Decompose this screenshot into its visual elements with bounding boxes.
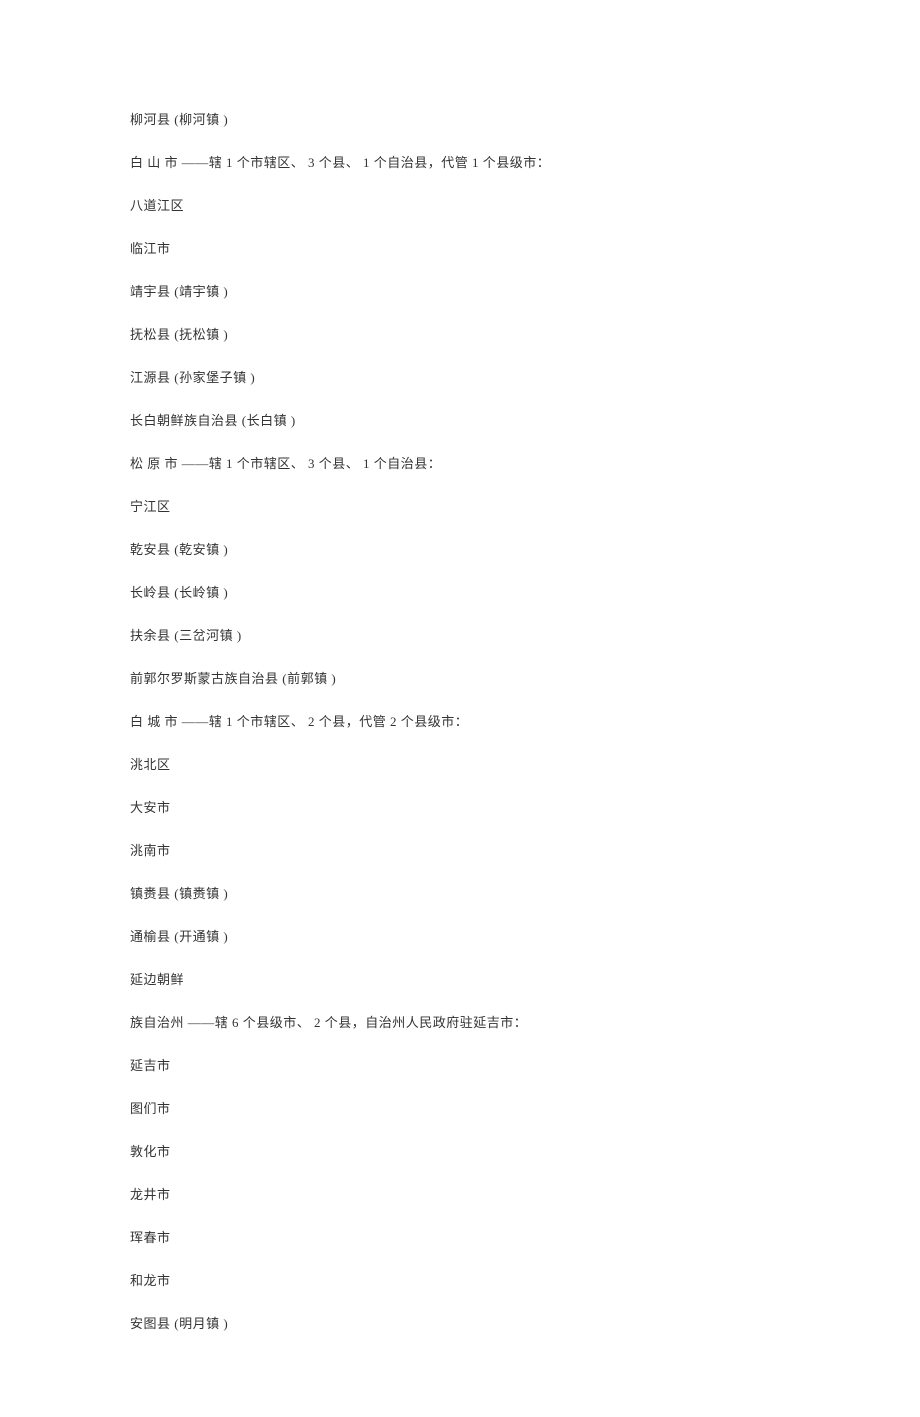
text-line: 靖宇县 (靖宇镇 ) bbox=[130, 282, 790, 302]
text-line: 扶余县 (三岔河镇 ) bbox=[130, 626, 790, 646]
text-line: 洮北区 bbox=[130, 755, 790, 775]
text-line: 长岭县 (长岭镇 ) bbox=[130, 583, 790, 603]
text-line: 抚松县 (抚松镇 ) bbox=[130, 325, 790, 345]
text-line: 松 原 市 ——辖 1 个市辖区、 3 个县、 1 个自治县： bbox=[130, 454, 790, 474]
text-line: 安图县 (明月镇 ) bbox=[130, 1314, 790, 1334]
text-line: 长白朝鲜族自治县 (长白镇 ) bbox=[130, 411, 790, 431]
text-line: 族自治州 ——辖 6 个县级市、 2 个县，自治州人民政府驻延吉市： bbox=[130, 1013, 790, 1033]
text-line: 柳河县 (柳河镇 ) bbox=[130, 110, 790, 130]
text-line: 镇赉县 (镇赉镇 ) bbox=[130, 884, 790, 904]
text-line: 江源县 (孙家堡子镇 ) bbox=[130, 368, 790, 388]
text-line: 白 城 市 ——辖 1 个市辖区、 2 个县，代管 2 个县级市： bbox=[130, 712, 790, 732]
text-line: 临江市 bbox=[130, 239, 790, 259]
text-line: 宁江区 bbox=[130, 497, 790, 517]
text-line: 延边朝鲜 bbox=[130, 970, 790, 990]
text-line: 通榆县 (开通镇 ) bbox=[130, 927, 790, 947]
text-line: 延吉市 bbox=[130, 1056, 790, 1076]
text-line: 龙井市 bbox=[130, 1185, 790, 1205]
document-content: 柳河县 (柳河镇 ) 白 山 市 ——辖 1 个市辖区、 3 个县、 1 个自治… bbox=[130, 110, 790, 1334]
text-line: 洮南市 bbox=[130, 841, 790, 861]
text-line: 乾安县 (乾安镇 ) bbox=[130, 540, 790, 560]
text-line: 珲春市 bbox=[130, 1228, 790, 1248]
text-line: 白 山 市 ——辖 1 个市辖区、 3 个县、 1 个自治县，代管 1 个县级市… bbox=[130, 153, 790, 173]
text-line: 敦化市 bbox=[130, 1142, 790, 1162]
text-line: 图们市 bbox=[130, 1099, 790, 1119]
text-line: 八道江区 bbox=[130, 196, 790, 216]
text-line: 大安市 bbox=[130, 798, 790, 818]
text-line: 前郭尔罗斯蒙古族自治县 (前郭镇 ) bbox=[130, 669, 790, 689]
text-line: 和龙市 bbox=[130, 1271, 790, 1291]
